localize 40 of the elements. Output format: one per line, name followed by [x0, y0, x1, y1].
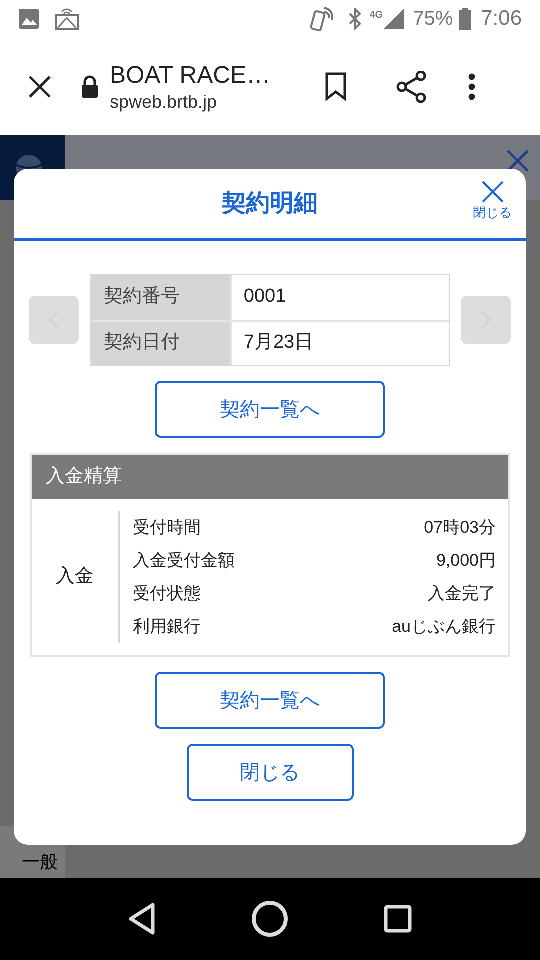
dialog-title: 契約明細 [222, 188, 318, 218]
more-icon [468, 72, 476, 100]
close-button[interactable]: 閉じる [473, 181, 512, 223]
lock-icon [80, 74, 100, 98]
close-button[interactable]: 閉じる [186, 744, 354, 801]
network-type: 4G [370, 9, 384, 23]
recents-icon [384, 905, 412, 933]
detail-label: 受付状態 [133, 582, 201, 605]
close-icon [506, 148, 530, 172]
section-header: 入金精算 [32, 455, 508, 499]
table-cell: 0001 [230, 275, 450, 320]
image-icon [18, 8, 40, 30]
cast-screen-icon [54, 6, 80, 32]
detail-label: 入金受付金額 [133, 550, 235, 572]
detail-label: 受付時間 [133, 516, 201, 539]
table-label: 契約日付 [90, 322, 230, 365]
detail-value: 07時03分 [424, 516, 496, 539]
table-cell: 7月23日 [230, 322, 450, 365]
detail-value: 9,000円 [436, 550, 496, 572]
signal-icon [383, 8, 406, 30]
list-button[interactable]: 契約一覧へ [155, 381, 385, 438]
category-label: 入金 [56, 564, 94, 589]
clock: 7:06 [481, 6, 522, 32]
row-label: 一般 [22, 851, 58, 874]
bookmark-icon [324, 72, 348, 102]
detail-label: 利用銀行 [133, 616, 201, 638]
list-button[interactable]: 契約一覧へ [155, 672, 385, 729]
table-label: 契約番号 [90, 275, 230, 320]
detail-value: 入金完了 [428, 582, 496, 605]
close-icon [28, 74, 52, 98]
battery-percent: 75% [413, 7, 454, 32]
page-title: BOAT RACE… [110, 60, 272, 90]
share-icon [396, 70, 428, 102]
home-icon [252, 901, 288, 937]
close-icon [482, 181, 504, 203]
battery-icon [459, 8, 472, 30]
page-url: spweb.brtb.jp [110, 90, 218, 112]
bluetooth-icon [348, 8, 362, 30]
back-icon [128, 902, 156, 936]
detail-value: auじぶん銀行 [392, 616, 496, 638]
